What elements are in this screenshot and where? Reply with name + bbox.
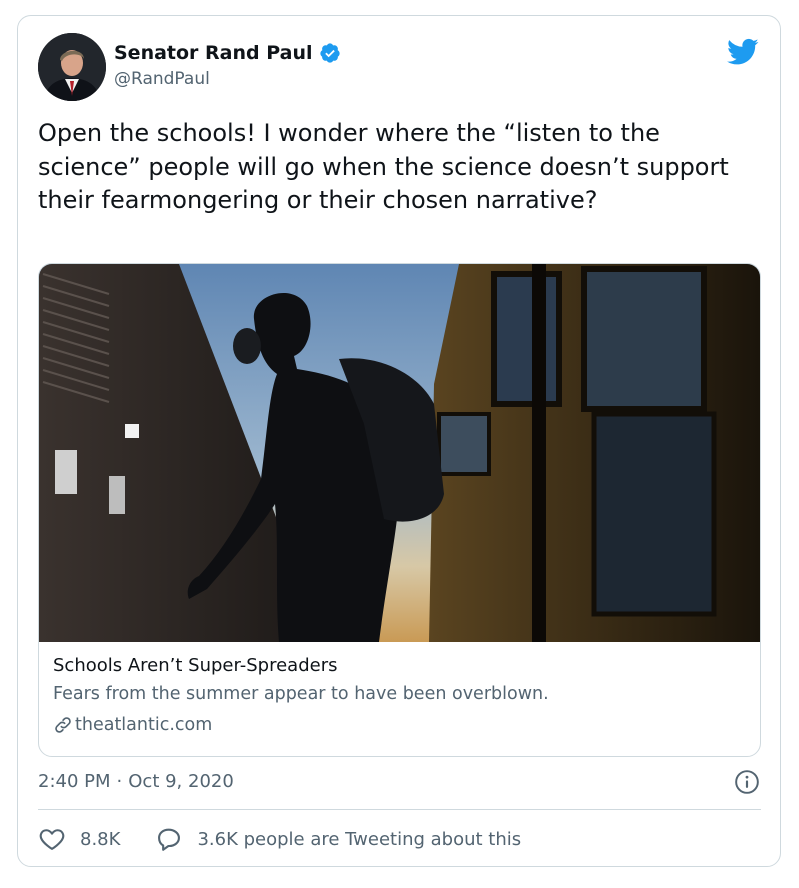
tweet-card: Senator Rand Paul @RandPaul Open the sch… (17, 15, 781, 867)
link-preview-card[interactable]: Schools Aren’t Super-Spreaders Fears fro… (38, 263, 761, 757)
author-display-name[interactable]: Senator Rand Paul (114, 42, 341, 64)
info-icon[interactable] (734, 769, 760, 795)
twitter-bird-icon[interactable] (727, 38, 759, 66)
reply-button[interactable]: 3.6K people are Tweeting about this (155, 825, 521, 853)
divider (38, 809, 761, 810)
heart-icon (39, 829, 65, 850)
link-description: Fears from the summer appear to have bee… (53, 684, 549, 704)
speech-bubble-icon (158, 828, 181, 851)
tweeting-about-text: 3.6K people are Tweeting about this (197, 828, 522, 850)
tweet-actions: 8.8K 3.6K people are Tweeting about this (38, 824, 521, 854)
link-title[interactable]: Schools Aren’t Super-Spreaders (53, 655, 337, 676)
link-domain[interactable]: theatlantic.com (75, 715, 212, 735)
like-count: 8.8K (80, 828, 121, 850)
tweet-time[interactable]: 2:40 PM (38, 771, 111, 792)
author-name-text[interactable]: Senator Rand Paul (114, 42, 313, 64)
verified-badge-icon (319, 43, 340, 63)
avatar[interactable] (38, 33, 106, 101)
link-domain-row[interactable]: theatlantic.com (53, 715, 212, 735)
author-handle[interactable]: @RandPaul (114, 69, 210, 89)
tweet-text: Open the schools! I wonder where the “li… (38, 119, 729, 214)
timestamp-separator: · (116, 771, 123, 792)
person-in-suit-avatar-icon (38, 33, 106, 101)
tweet-date[interactable]: Oct 9, 2020 (128, 771, 234, 792)
like-button[interactable]: 8.8K (38, 825, 120, 853)
student-with-backpack-next-to-school-bus-photo-icon[interactable] (39, 264, 760, 642)
tweet-timestamp[interactable]: 2:40 PM · Oct 9, 2020 (38, 771, 234, 792)
link-icon (55, 717, 71, 733)
